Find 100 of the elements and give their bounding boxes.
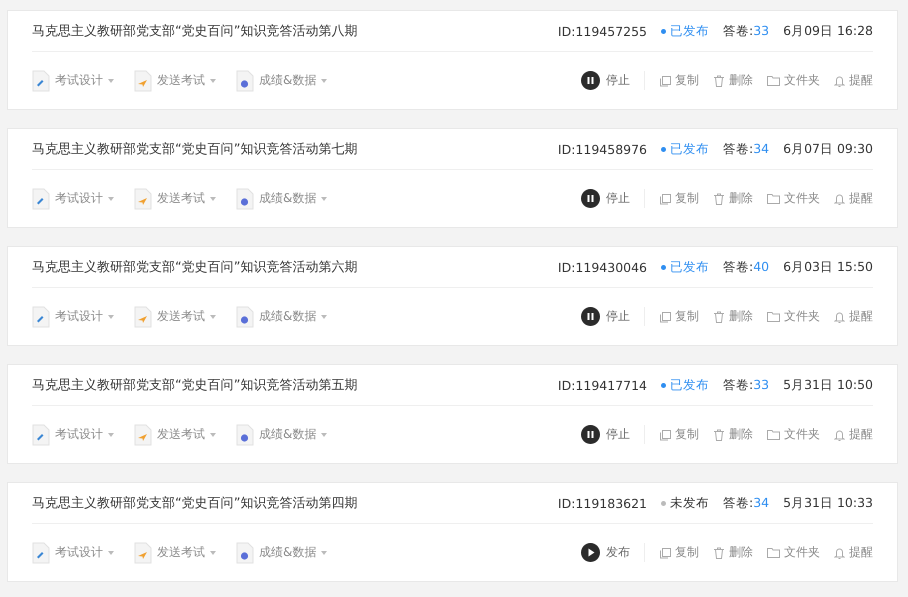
- answers-label: 答卷:33: [723, 22, 770, 40]
- action-link[interactable]: 复制: [659, 308, 699, 325]
- dropdown-menu[interactable]: 发送考试: [134, 306, 216, 328]
- exam-title[interactable]: 马克思主义教研部党支部“党史百问”知识竞答活动第六期: [32, 258, 558, 276]
- publish-button[interactable]: 发布: [581, 543, 645, 562]
- trash-icon: [713, 192, 725, 204]
- action-link[interactable]: 提醒: [834, 72, 873, 89]
- copy-icon: [659, 428, 671, 440]
- caret-icon: [210, 314, 216, 318]
- dropdown-menu[interactable]: 成绩&数据: [236, 188, 328, 210]
- exam-title[interactable]: 马克思主义教研部党支部“党史百问”知识竞答活动第五期: [32, 376, 558, 394]
- caret-icon: [108, 196, 114, 200]
- action-link[interactable]: 删除: [713, 544, 753, 561]
- stop-button[interactable]: 停止: [581, 307, 645, 326]
- stop-button[interactable]: 停止: [581, 425, 645, 444]
- action-link[interactable]: 删除: [713, 308, 753, 325]
- date-text: 6月07日 09:30: [783, 140, 873, 158]
- status-label: 已发布: [661, 22, 710, 40]
- copy-icon: [659, 74, 671, 86]
- action-link[interactable]: 删除: [713, 426, 753, 443]
- action-link[interactable]: 复制: [659, 72, 699, 89]
- action-link[interactable]: 提醒: [834, 544, 873, 561]
- document-icon: [32, 70, 50, 92]
- copy-icon: [659, 546, 671, 558]
- action-link[interactable]: 文件夹: [767, 308, 820, 325]
- document-icon: [32, 542, 50, 564]
- dropdown-menu[interactable]: 考试设计: [32, 306, 114, 328]
- action-link[interactable]: 提醒: [834, 426, 873, 443]
- action-link[interactable]: 删除: [713, 190, 753, 207]
- document-icon: [32, 188, 50, 210]
- document-icon: [236, 306, 254, 328]
- action-link[interactable]: 提醒: [834, 190, 873, 207]
- action-link[interactable]: 提醒: [834, 308, 873, 325]
- dropdown-menu[interactable]: 发送考试: [134, 542, 216, 564]
- caret-icon: [321, 432, 328, 436]
- document-icon: [236, 188, 254, 210]
- action-link[interactable]: 复制: [659, 426, 699, 443]
- caret-icon: [321, 196, 328, 200]
- action-link[interactable]: 复制: [659, 544, 699, 561]
- folder-icon: [767, 311, 780, 322]
- status-label: 未发布: [661, 494, 710, 512]
- document-icon: [134, 542, 152, 564]
- copy-icon: [659, 192, 671, 204]
- document-icon: [134, 424, 152, 446]
- bell-icon: [834, 428, 845, 440]
- bell-icon: [834, 74, 845, 86]
- action-link[interactable]: 文件夹: [767, 190, 820, 207]
- date-text: 5月31日 10:50: [783, 376, 873, 394]
- date-text: 5月31日 10:33: [783, 494, 873, 512]
- copy-icon: [659, 310, 671, 322]
- answers-label: 答卷:40: [723, 258, 770, 276]
- caret-icon: [108, 550, 114, 554]
- dropdown-menu[interactable]: 考试设计: [32, 70, 114, 92]
- dropdown-menu[interactable]: 发送考试: [134, 70, 216, 92]
- exam-id: ID:119417714: [558, 378, 648, 392]
- dropdown-menu[interactable]: 考试设计: [32, 542, 114, 564]
- dropdown-menu[interactable]: 发送考试: [134, 424, 216, 446]
- caret-icon: [108, 432, 114, 436]
- status-label: 已发布: [661, 140, 710, 158]
- status-label: 已发布: [661, 376, 710, 394]
- document-icon: [134, 188, 152, 210]
- exam-title[interactable]: 马克思主义教研部党支部“党史百问”知识竞答活动第四期: [32, 494, 558, 512]
- action-link[interactable]: 复制: [659, 190, 699, 207]
- trash-icon: [713, 428, 725, 440]
- dropdown-menu[interactable]: 考试设计: [32, 188, 114, 210]
- dropdown-menu[interactable]: 成绩&数据: [236, 70, 328, 92]
- caret-icon: [321, 78, 328, 82]
- bell-icon: [834, 192, 845, 204]
- answers-label: 答卷:34: [723, 494, 770, 512]
- trash-icon: [713, 310, 725, 322]
- action-link[interactable]: 文件夹: [767, 72, 820, 89]
- document-icon: [32, 306, 50, 328]
- stop-button[interactable]: 停止: [581, 71, 645, 90]
- trash-icon: [713, 546, 725, 558]
- status-label: 已发布: [661, 258, 710, 276]
- action-link[interactable]: 文件夹: [767, 544, 820, 561]
- document-icon: [32, 424, 50, 446]
- dropdown-menu[interactable]: 成绩&数据: [236, 424, 328, 446]
- exam-id: ID:119183621: [558, 496, 648, 510]
- action-link[interactable]: 文件夹: [767, 426, 820, 443]
- stop-button[interactable]: 停止: [581, 189, 645, 208]
- document-icon: [236, 542, 254, 564]
- exam-id: ID:119458976: [558, 142, 648, 156]
- folder-icon: [767, 429, 780, 440]
- dropdown-menu[interactable]: 成绩&数据: [236, 306, 328, 328]
- folder-icon: [767, 547, 780, 558]
- exam-title[interactable]: 马克思主义教研部党支部“党史百问”知识竞答活动第八期: [32, 22, 558, 40]
- caret-icon: [210, 78, 216, 82]
- exam-title[interactable]: 马克思主义教研部党支部“党史百问”知识竞答活动第七期: [32, 140, 558, 158]
- dropdown-menu[interactable]: 成绩&数据: [236, 542, 328, 564]
- bell-icon: [834, 546, 845, 558]
- document-icon: [236, 424, 254, 446]
- caret-icon: [210, 196, 216, 200]
- folder-icon: [767, 193, 780, 204]
- bell-icon: [834, 310, 845, 322]
- caret-icon: [321, 550, 328, 554]
- dropdown-menu[interactable]: 发送考试: [134, 188, 216, 210]
- action-link[interactable]: 删除: [713, 72, 753, 89]
- dropdown-menu[interactable]: 考试设计: [32, 424, 114, 446]
- trash-icon: [713, 74, 725, 86]
